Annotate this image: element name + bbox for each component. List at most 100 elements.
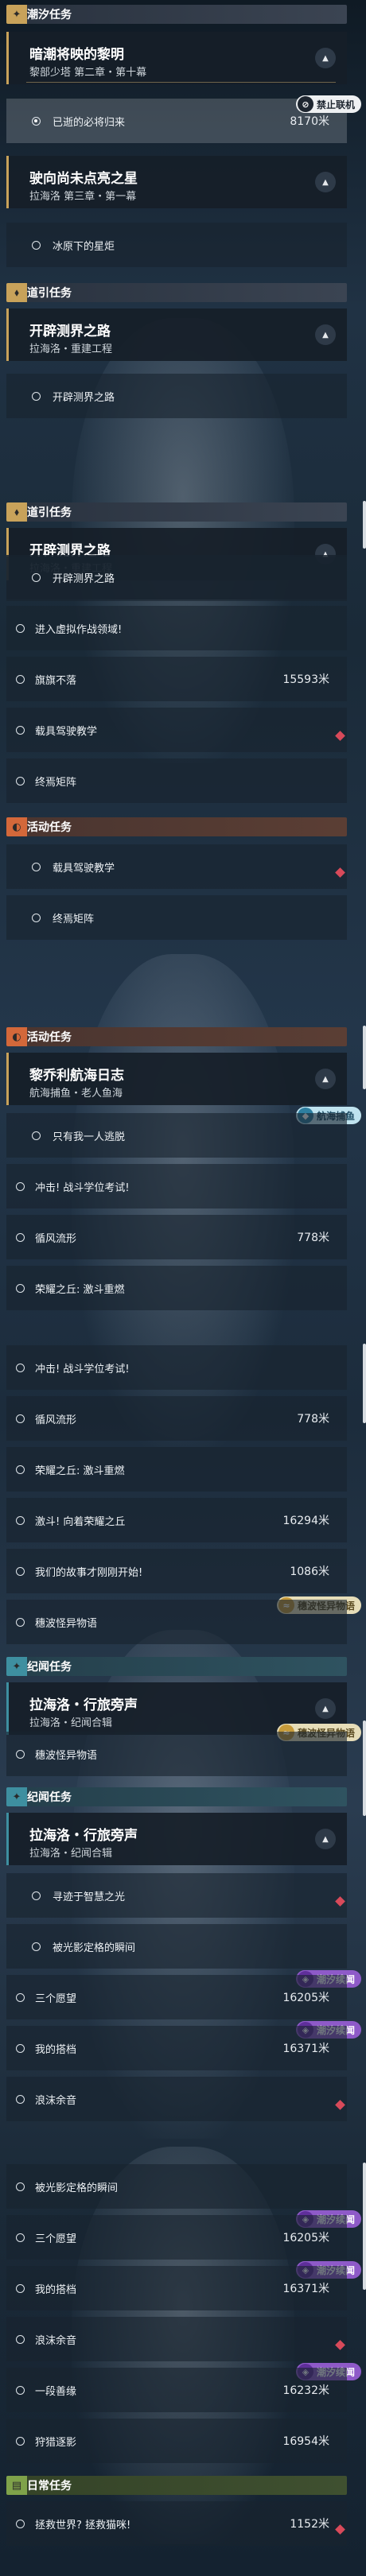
marker-icon [335,2340,345,2350]
radio-icon [16,2233,25,2242]
list-item[interactable]: 我们的故事才刚刚开始! 1086米 [6,1549,347,1593]
quest-card-dawn[interactable]: 暗潮将映的黎明 黎部少塔 第二章・第十幕 ▲ [6,32,347,84]
list-item[interactable]: 循风流形 778米 [6,1396,347,1441]
quest-card-fishing[interactable]: 黎乔利航海日志 航海捕鱼・老人鱼海 ▲ [6,1053,347,1105]
radio-icon [32,913,41,922]
radio-icon [16,1617,25,1627]
marker-icon [335,2100,345,2110]
list-item[interactable]: 一段善缘 16232米 [6,2368,347,2412]
collapse-icon[interactable]: ▲ [315,1698,336,1719]
radio-icon [32,1942,41,1951]
radio-icon [32,240,41,250]
list-item[interactable]: 拯救世界? 拯救猫咪! 1152米 [6,2501,347,2546]
activity-icon: ◐ [12,821,21,833]
list-item[interactable]: 寻迹于智慧之光 [6,1873,347,1918]
list-item[interactable]: 进入虚拟作战领域! [6,606,347,650]
radio-icon [16,2334,25,2344]
scrollbar[interactable] [363,501,366,549]
collapse-icon[interactable]: ▲ [315,48,336,68]
radio-icon [16,1363,25,1372]
collapse-icon[interactable]: ▲ [315,1829,336,1849]
radio-icon [16,1992,25,2002]
category-activity[interactable]: ◐ 活动任务 [6,1027,347,1046]
list-item[interactable]: 循风流形 778米 [6,1215,347,1259]
radio-icon [16,623,25,633]
scrollbar[interactable] [363,1721,366,1816]
radio-icon [32,862,41,871]
list-item[interactable]: 冰原下的星炬 [6,223,347,267]
marker-icon [335,867,345,878]
list-item[interactable]: 浪沫余音 [6,2077,347,2121]
radio-icon [16,1566,25,1576]
category-chronicle[interactable]: ✦ 纪闻任务 [6,1657,347,1676]
category-activity[interactable]: ◐ 活动任务 [6,817,347,836]
list-item[interactable]: 开辟测界之路 [6,374,347,418]
category-label: 潮汐任务 [27,9,72,21]
category-chronicle[interactable]: ✦ 纪闻任务 [6,1787,347,1806]
category-daily[interactable]: ▤ 日常任务 [6,2476,347,2495]
radio-icon [16,2182,25,2191]
collapse-icon[interactable]: ▲ [315,172,336,192]
badge-no-coop: ⊘ 禁止联机 [295,95,361,113]
radio-icon [16,1749,25,1759]
list-item[interactable]: 穗波怪异物语 [6,1600,347,1644]
radio-icon [32,1131,41,1140]
radio-icon [16,1414,25,1423]
calendar-icon: ▤ [11,2479,22,2492]
list-item[interactable]: 荣耀之丘: 激斗重燃 [6,1447,347,1492]
scrollbar[interactable] [363,1026,366,1089]
quest-card-star[interactable]: 驶向尚未点亮之星 拉海洛 第三章・第一幕 ▲ [6,156,347,208]
activity-icon: ◐ [12,1030,21,1043]
lock-icon: ⊘ [297,96,313,112]
radio-icon [32,116,41,126]
radio-icon [16,1283,25,1293]
collapse-icon[interactable]: ▲ [315,324,336,345]
list-item[interactable]: 载具驾驶教学 [6,844,347,889]
category-guide[interactable]: ⬧ 道引任务 [6,283,347,302]
list-item[interactable]: 冲击! 战斗学位考试! [6,1345,347,1390]
list-item[interactable]: 终焉矩阵 [6,758,347,803]
radio-icon [16,1465,25,1474]
list-item[interactable]: 开辟测界之路 [6,555,347,599]
list-item[interactable]: 浪沫余音 [6,2317,347,2361]
list-item[interactable]: 我的搭档 16371米 [6,2026,347,2070]
category-tide[interactable]: ✦ 潮汐任务 [6,5,347,24]
marker-icon [335,1896,345,1907]
radio-icon [16,1232,25,1242]
radio-icon [16,725,25,735]
quest-subtitle: 黎部少塔 第二章・第十幕 [29,67,147,79]
quest-card-path[interactable]: 开辟测界之路 拉海洛・重建工程 ▲ [6,308,347,361]
radio-icon [16,1181,25,1191]
list-item[interactable]: 冲击! 战斗学位考试! [6,1164,347,1208]
list-item[interactable]: 载具驾驶教学 [6,708,347,752]
marker-icon [335,2524,345,2535]
scrollbar[interactable] [363,2163,366,2290]
pin-icon: ⬧ [14,506,19,518]
radio-icon [32,1891,41,1900]
list-item[interactable]: 旗旗不落 15593米 [6,657,347,701]
pin-icon: ⬧ [14,286,19,299]
radio-icon [16,2043,25,2053]
radio-icon [16,674,25,684]
list-item[interactable]: 被光影定格的瞬间 [6,2164,347,2209]
list-item[interactable]: 只有我一人逃脱 [6,1113,347,1158]
list-item[interactable]: 终焉矩阵 [6,895,347,940]
list-item[interactable]: 穗波怪异物语 [6,1732,347,1776]
radio-icon [16,2436,25,2446]
list-item[interactable]: 激斗! 向着荣耀之丘 16294米 [6,1498,347,1542]
plus-icon: ✦ [12,8,21,21]
category-guide[interactable]: ⬧ 道引任务 [6,502,347,522]
list-item[interactable]: 荣耀之丘: 激斗重燃 [6,1266,347,1310]
list-item[interactable]: 狩猎逐影 16954米 [6,2419,347,2463]
list-item[interactable]: 我的搭档 16371米 [6,2266,347,2310]
radio-icon [16,2519,25,2528]
radio-icon [16,2385,25,2395]
radio-icon [32,391,41,401]
quest-card-travel[interactable]: 拉海洛・行旅旁声 拉海洛・纪闻合辑 ▲ [6,1813,347,1865]
list-item[interactable]: 被光影定格的瞬间 [6,1924,347,1969]
radio-icon [16,776,25,786]
list-item[interactable]: 三个愿望 16205米 [6,2215,347,2260]
list-item[interactable]: 三个愿望 16205米 [6,1975,347,2019]
scrollbar[interactable] [363,1344,366,1423]
collapse-icon[interactable]: ▲ [315,1069,336,1089]
